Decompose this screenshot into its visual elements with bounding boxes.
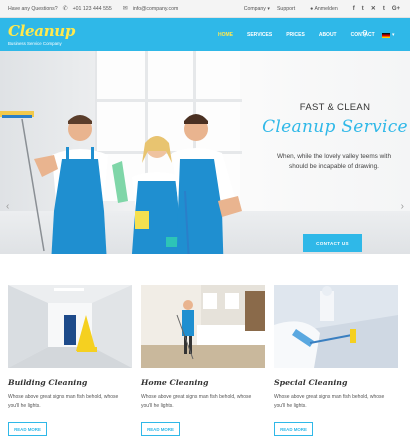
- question-text: Have any Questions?: [8, 5, 58, 12]
- service-description: Whose above great signs man fish behold,…: [274, 394, 385, 409]
- facebook-icon[interactable]: f: [353, 6, 355, 12]
- chevron-down-icon: ▾: [392, 32, 395, 38]
- special-cleaning-image[interactable]: [274, 285, 398, 368]
- slider-next-arrow-icon[interactable]: ›: [401, 201, 404, 212]
- nav-item-prices[interactable]: PRICES: [286, 32, 305, 38]
- nav-item-about[interactable]: ABOUT: [319, 32, 337, 38]
- x-icon[interactable]: ✕: [371, 5, 376, 12]
- support-link[interactable]: Support: [277, 6, 295, 12]
- login-label: Anmelden: [314, 5, 338, 12]
- read-more-button[interactable]: READ MORE: [8, 422, 47, 436]
- service-card-special: Special Cleaning Whose above great signs…: [274, 285, 398, 436]
- slider-prev-arrow-icon[interactable]: ‹: [6, 201, 9, 212]
- hero-title: Cleanup Service: [262, 117, 408, 137]
- read-more-button[interactable]: READ MORE: [274, 422, 313, 436]
- logo-name: Cleanup: [8, 22, 76, 40]
- hero-text: When, while the lovely valley teems with…: [276, 153, 391, 170]
- contact-us-button[interactable]: CONTACT US: [303, 234, 362, 252]
- company-menu[interactable]: Company ▾: [244, 6, 270, 12]
- company-menu-label: Company: [243, 5, 266, 12]
- service-title: Building Cleaning: [8, 378, 88, 387]
- nav-item-services[interactable]: SERVICES: [247, 32, 272, 38]
- building-cleaning-image[interactable]: [8, 285, 132, 368]
- login-link[interactable]: ● Anmelden: [310, 6, 338, 12]
- hero-slider: FAST & CLEAN Cleanup Service When, while…: [0, 51, 410, 254]
- tumblr-icon[interactable]: t: [383, 6, 385, 12]
- read-more-button[interactable]: READ MORE: [141, 422, 180, 436]
- service-description: Whose above great signs man fish behold,…: [8, 394, 119, 409]
- google-plus-icon[interactable]: G+: [392, 6, 400, 12]
- search-icon[interactable]: ⚲: [362, 29, 368, 38]
- phone-icon: ✆: [62, 6, 68, 12]
- service-card-home: Home Cleaning Whose above great signs ma…: [141, 285, 265, 436]
- logo-tagline: Business Service Company: [8, 41, 62, 46]
- cleaning-team-image: [0, 111, 242, 254]
- email-address[interactable]: info@company.com: [133, 6, 179, 12]
- german-flag-icon: [382, 32, 390, 38]
- service-card-building: Building Cleaning Whose above great sign…: [8, 285, 132, 436]
- phone-number[interactable]: +01 123 444 555: [73, 6, 112, 12]
- top-bar: Have any Questions? ✆ +01 123 444 555 ✉ …: [0, 0, 410, 18]
- chevron-down-icon: ▾: [267, 5, 270, 12]
- main-navigation: Cleanup Business Service Company HOME SE…: [0, 18, 410, 51]
- twitter-icon[interactable]: t: [362, 6, 364, 12]
- language-switcher[interactable]: ▾: [382, 32, 395, 38]
- hero-subtitle: FAST & CLEAN: [299, 102, 371, 113]
- user-icon: ●: [310, 5, 314, 12]
- service-description: Whose above great signs man fish behold,…: [141, 394, 252, 409]
- logo[interactable]: Cleanup Business Service Company: [8, 22, 75, 46]
- service-title: Special Cleaning: [274, 378, 348, 387]
- mail-icon: ✉: [122, 6, 128, 12]
- home-cleaning-image[interactable]: [141, 285, 265, 368]
- nav-menu: HOME SERVICES PRICES ABOUT CONTACT: [218, 32, 375, 38]
- service-title: Home Cleaning: [141, 378, 209, 387]
- nav-item-home[interactable]: HOME: [218, 32, 233, 38]
